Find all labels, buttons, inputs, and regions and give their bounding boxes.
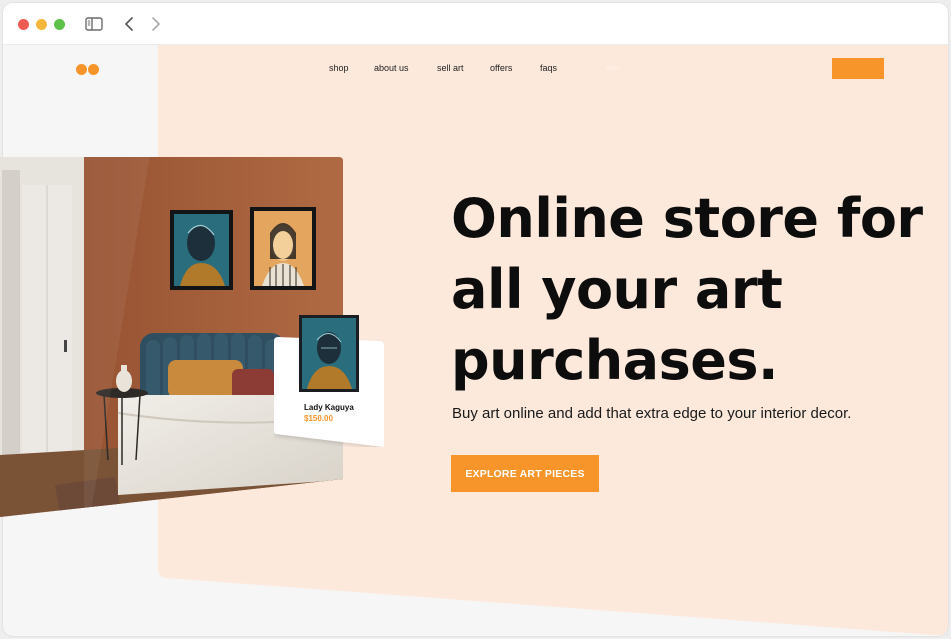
hero-headline: Online store for all your art purchases. bbox=[451, 183, 931, 396]
back-arrow-icon[interactable] bbox=[121, 15, 137, 33]
product-thumbnail[interactable] bbox=[299, 315, 359, 392]
header-cta-button[interactable] bbox=[832, 58, 884, 79]
browser-titlebar bbox=[3, 3, 948, 45]
main-navigation: shop about us sell art offers faqs user bbox=[0, 63, 951, 79]
nav-faqs[interactable]: faqs bbox=[540, 63, 557, 73]
product-price: $150.00 bbox=[304, 414, 333, 423]
nav-shop[interactable]: shop bbox=[329, 63, 349, 73]
hero-subheadline: Buy art online and add that extra edge t… bbox=[452, 405, 852, 422]
maximize-window-button[interactable] bbox=[54, 19, 65, 30]
sidebar-icon[interactable] bbox=[84, 15, 104, 33]
portrait-artwork-icon bbox=[302, 318, 356, 389]
close-window-button[interactable] bbox=[18, 19, 29, 30]
headline-line: Online store for bbox=[451, 187, 923, 250]
headline-line: purchases. bbox=[451, 329, 779, 392]
explore-art-pieces-button[interactable]: EXPLORE ART PIECES bbox=[451, 455, 599, 492]
product-title[interactable]: Lady Kaguya bbox=[304, 403, 354, 412]
nav-about-us[interactable]: about us bbox=[374, 63, 409, 73]
minimize-window-button[interactable] bbox=[36, 19, 47, 30]
nav-sell-art[interactable]: sell art bbox=[437, 63, 464, 73]
headline-line: all your art bbox=[451, 258, 783, 321]
nav-offers[interactable]: offers bbox=[490, 63, 512, 73]
forward-arrow-icon[interactable] bbox=[148, 15, 164, 33]
nav-faint-label[interactable]: user bbox=[607, 66, 619, 72]
